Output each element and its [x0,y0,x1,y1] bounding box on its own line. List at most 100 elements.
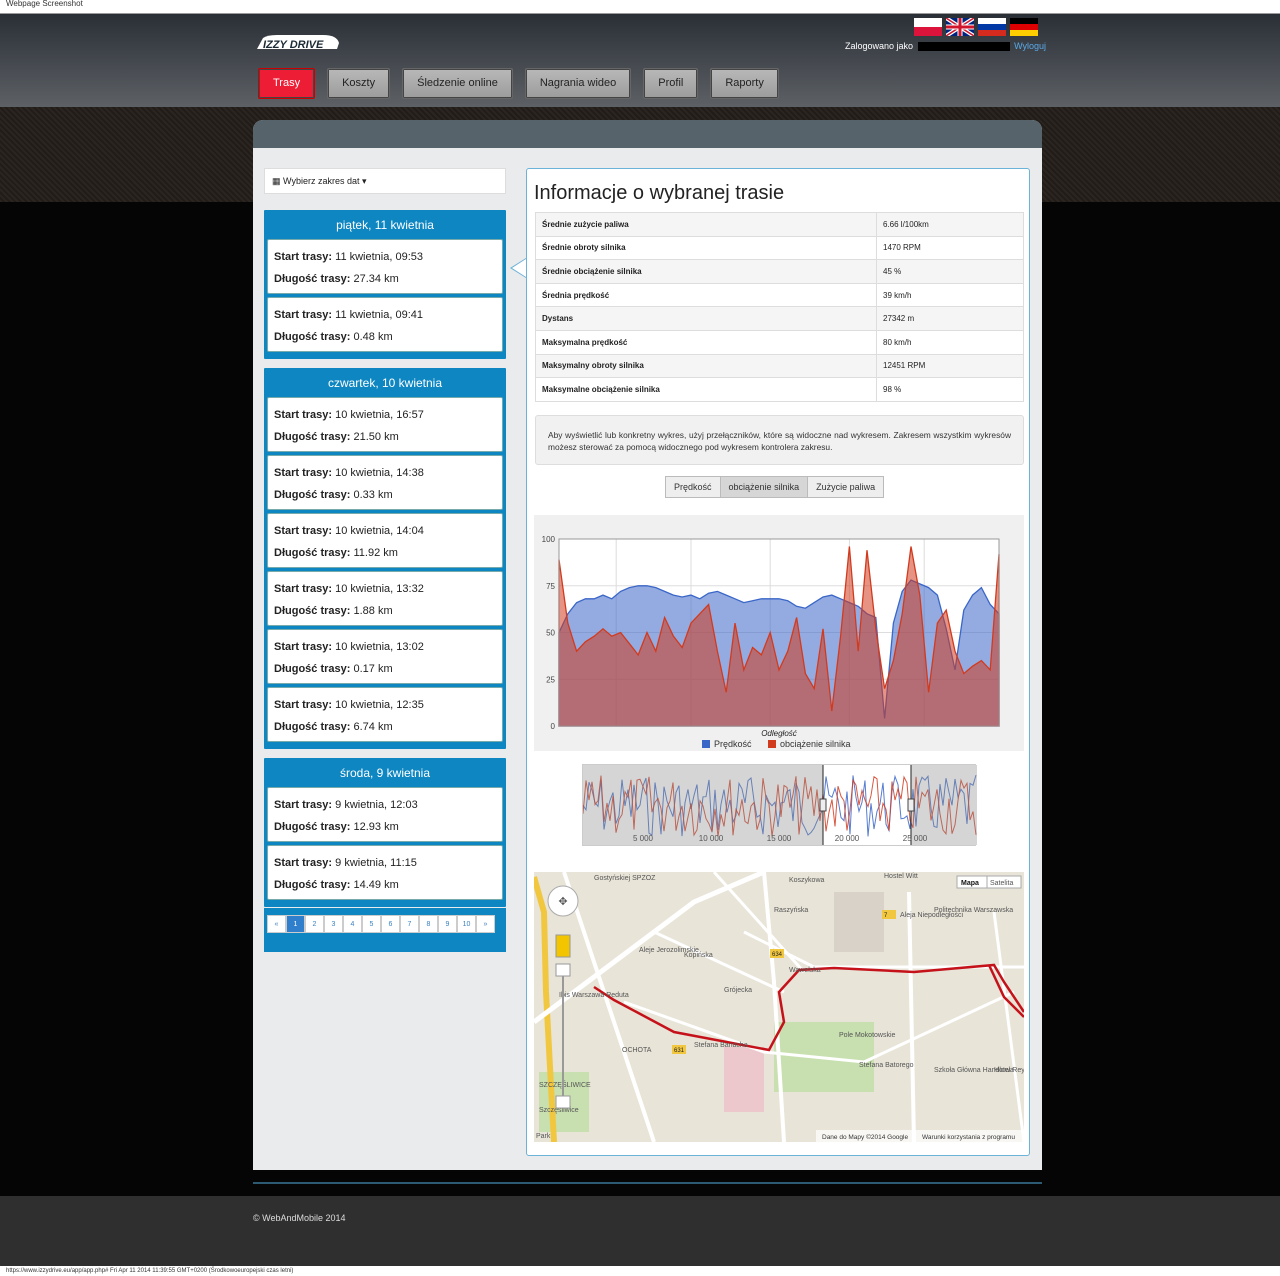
page-link[interactable]: 3 [324,915,343,933]
date-range-picker[interactable]: ▦ Wybierz zakres dat ▾ [264,168,506,194]
chart-help-note: Aby wyświetlić lub konkretny wykres, uży… [535,415,1024,465]
navigator-tick: 5 000 [633,834,654,843]
trip-item[interactable]: Start trasy: 11 kwietnia, 09:41 Długość t… [267,297,503,352]
page-link[interactable]: » [476,915,495,933]
stat-value: 1470 RPM [876,235,1024,261]
nav-tab-5[interactable]: Raporty [710,68,779,99]
trip-length-label: Długość trasy: [274,721,351,733]
stat-value: 98 % [876,377,1024,402]
page-link[interactable]: 7 [400,915,419,933]
trip-item[interactable]: Start trasy: 11 kwietnia, 09:53 Długość t… [267,239,503,294]
trip-item[interactable]: Start trasy: 10 kwietnia, 13:02 Długość t… [267,629,503,684]
trip-length-row: Długość trasy: 21.50 km [274,426,502,448]
map-terms-link[interactable]: Warunki korzystania z programu [922,1134,1015,1141]
trip-length-label: Długość trasy: [274,605,351,617]
nav-tab-2[interactable]: Śledzenie online [402,68,513,99]
izzy-drive-logo[interactable]: IZZY DRIVE [253,33,341,53]
range-navigator-svg: 5 000 10 000 15 000 20 000 25 000 [582,765,977,845]
x-axis-label: Odległość [761,729,797,738]
day-title: piątek, 11 kwietnia [336,218,434,232]
flag-ru-icon[interactable] [978,18,1006,36]
day-group: czwartek, 10 kwietnia Start trasy: 10 kwi… [264,368,506,749]
trip-item[interactable]: Start trasy: 10 kwietnia, 14:38 Długość t… [267,455,503,510]
map-label: Stefana Banacha [694,1042,748,1049]
stat-row: Średnie zużycie paliwa 6.66 l/100km [535,212,1024,237]
main-panel: ▦ Wybierz zakres dat ▾ piątek, 11 kwietn… [253,120,1042,1170]
flag-uk-icon[interactable] [946,18,974,36]
trip-item[interactable]: Start trasy: 9 kwietnia, 11:15 Długość tr… [267,845,503,900]
trip-start-label: Start trasy: [274,641,333,653]
page-link[interactable]: 1 [286,915,305,933]
footer: © WebAndMobile 2014 [0,1196,1280,1266]
trip-item[interactable]: Start trasy: 10 kwietnia, 12:35 Długość t… [267,687,503,742]
zoom-in-button[interactable] [555,963,571,977]
trip-length-label: Długość trasy: [274,431,351,443]
route-map[interactable]: Gostyńskiej SPZOZ Koszykowa Hostel Witt Pol… [534,872,1024,1142]
map-label: Pole Mokotowskie [839,1032,896,1039]
pegman-icon[interactable] [555,934,571,958]
nav-tab-4[interactable]: Profil [643,68,699,99]
stat-label: Średnie obciążenie silnika [535,259,877,284]
page-link[interactable]: 2 [305,915,324,933]
trip-length-value: 6.74 km [353,721,393,733]
trip-start-value: 11 kwietnia, 09:53 [335,251,423,263]
page-link[interactable]: 8 [419,915,438,933]
trip-item[interactable]: Start trasy: 10 kwietnia, 13:32 Długość t… [267,571,503,626]
legend-swatch[interactable] [702,740,710,748]
day-title: czwartek, 10 kwietnia [327,376,443,390]
nav-tab-3[interactable]: Nagrania wideo [524,68,632,99]
map-label: Stefana Batorego [859,1062,914,1069]
user-info: Zalogowano jako Wyloguj [845,41,1046,52]
trip-start-row: Start trasy: 11 kwietnia, 09:41 [274,304,502,326]
chart-toggle-1[interactable]: obciążenie silnika [719,476,809,498]
trip-item[interactable]: Start trasy: 10 kwietnia, 16:57 Długość t… [267,397,503,452]
stat-label: Maksymalna prędkość [535,329,877,355]
trip-start-value: 10 kwietnia, 13:02 [335,641,424,653]
zoom-out-button[interactable] [555,1095,571,1109]
trip-item[interactable]: Start trasy: 9 kwietnia, 12:03 Długość tr… [267,787,503,842]
caret-down-icon: ▾ [362,176,367,186]
trip-length-value: 21.50 km [353,431,399,443]
logo-text: IZZY DRIVE [263,39,324,51]
route-stats-table: Średnie zużycie paliwa 6.66 l/100km Średni… [535,212,1024,402]
trip-start-row: Start trasy: 9 kwietnia, 11:15 [274,852,502,874]
nav-tab-0[interactable]: Trasy [258,68,316,99]
map-label: Koszykowa [789,877,825,884]
trip-item[interactable]: Start trasy: 10 kwietnia, 14:04 Długość t… [267,513,503,568]
trip-start-value: 10 kwietnia, 13:32 [335,583,424,595]
trip-length-label: Długość trasy: [274,663,351,675]
trip-length-value: 0.17 km [353,663,393,675]
nav-tab-1[interactable]: Koszty [327,68,391,99]
trip-start-label: Start trasy: [274,309,333,321]
page-link[interactable]: « [267,915,286,933]
trip-length-label: Długość trasy: [274,879,351,891]
y-tick-label: 25 [546,675,555,684]
trip-start-row: Start trasy: 9 kwietnia, 12:03 [274,794,502,816]
stat-row: Dystans 27342 m [535,306,1024,331]
legend-label[interactable]: Prędkość [714,739,752,749]
trip-length-value: 12.93 km [353,821,399,833]
page-link[interactable]: 6 [381,915,400,933]
legend-swatch[interactable] [768,740,776,748]
trip-start-value: 10 kwietnia, 14:04 [335,525,424,537]
page-link[interactable]: 10 [457,915,476,933]
flag-de-icon[interactable] [1010,18,1038,36]
road-number: 631 [674,1048,685,1054]
legend-label[interactable]: obciążenie silnika [780,739,851,749]
chart-toggle-2[interactable]: Zużycie paliwa [807,476,885,498]
trip-start-value: 9 kwietnia, 11:15 [335,857,417,869]
trip-start-label: Start trasy: [274,525,333,537]
trip-length-row: Długość trasy: 12.93 km [274,816,502,838]
range-navigator[interactable]: 5 000 10 000 15 000 20 000 25 000 [582,764,977,846]
page-link[interactable]: 5 [362,915,381,933]
route-info-title: Informacje o wybranej trasie [534,182,785,204]
capture-url-line: https://www.izzydrive.eu/app/app.php# Fr… [0,1266,1280,1276]
page-link[interactable]: 9 [438,915,457,933]
page-link[interactable]: 4 [343,915,362,933]
chart-toggle-0[interactable]: Prędkość [665,476,721,498]
flag-pl-icon[interactable] [914,18,942,36]
logout-link[interactable]: Wyloguj [1014,41,1046,51]
stat-value: 6.66 l/100km [876,212,1024,237]
navigator-handle-1[interactable] [907,798,915,812]
navigator-handle-0[interactable] [819,798,827,812]
